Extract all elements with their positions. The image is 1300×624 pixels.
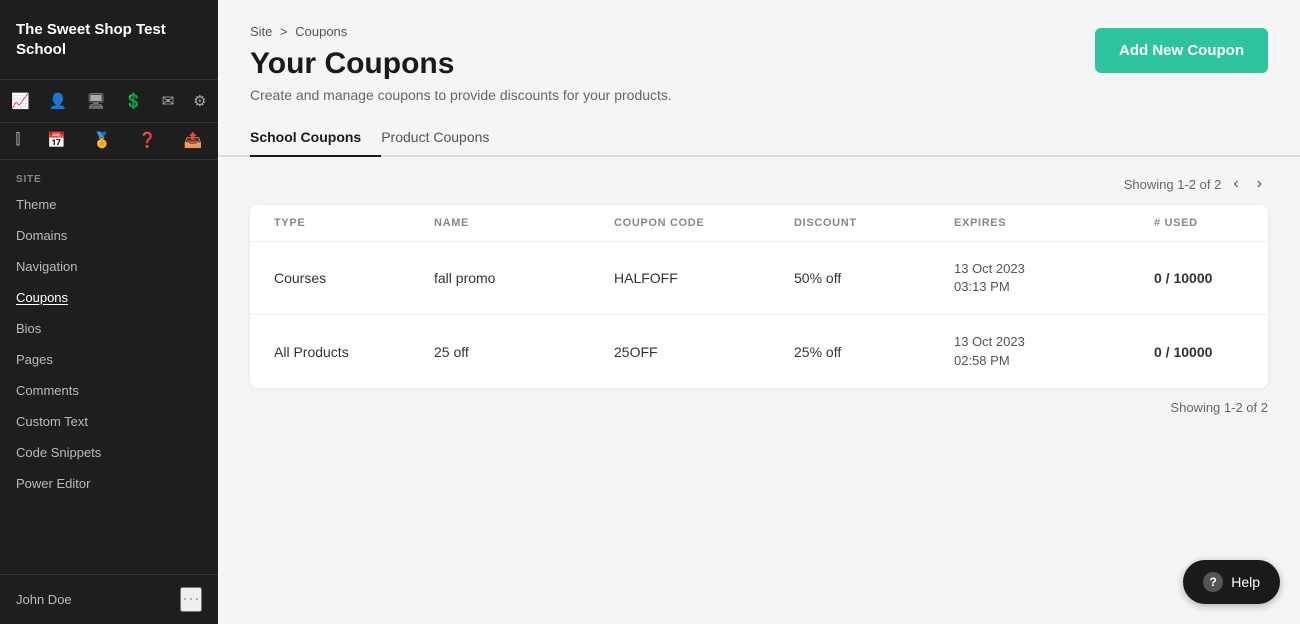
- sidebar-nav: Theme Domains Navigation Coupons Bios Pa…: [0, 189, 218, 499]
- col-type: TYPE: [274, 217, 434, 229]
- col-discount: DISCOUNT: [794, 217, 954, 229]
- sidebar: The Sweet Shop Test School 📈 👤 🖥 💲 ✉ ⚙ ⫿…: [0, 0, 218, 624]
- expires-time-1: 03:13 PM: [954, 279, 1010, 294]
- sidebar-bottom: John Doe ⋯: [0, 574, 218, 624]
- cell-expires-1: 13 Oct 2023 03:13 PM: [954, 260, 1154, 296]
- pagination-top: Showing 1-2 of 2 ‹ ›: [250, 173, 1268, 195]
- pagination-showing-bottom: Showing 1-2 of 2: [1170, 400, 1268, 415]
- sidebar-item-bios[interactable]: Bios: [0, 313, 218, 344]
- users-icon[interactable]: 👤: [45, 88, 72, 114]
- pagination-prev-button[interactable]: ‹: [1227, 173, 1244, 195]
- breadcrumb-site: Site: [250, 24, 272, 39]
- coupons-table: TYPE NAME COUPON CODE DISCOUNT EXPIRES #…: [250, 205, 1268, 388]
- cell-name-2: 25 off: [434, 344, 614, 360]
- analytics-icon[interactable]: 📈: [7, 88, 34, 114]
- main-content: Site > Coupons Your Coupons Create and m…: [218, 0, 1300, 624]
- settings-icon[interactable]: ⚙: [189, 88, 210, 114]
- pages-icon[interactable]: ⫿: [11, 127, 24, 153]
- add-coupon-button[interactable]: Add New Coupon: [1095, 28, 1268, 73]
- col-used: # USED: [1154, 217, 1268, 229]
- badge-icon[interactable]: 🏅: [89, 127, 116, 153]
- content-area: Showing 1-2 of 2 ‹ › TYPE NAME COUPON CO…: [218, 157, 1300, 624]
- cell-code-2: 25OFF: [614, 344, 794, 360]
- sidebar-item-theme[interactable]: Theme: [0, 189, 218, 220]
- pagination-next-button[interactable]: ›: [1251, 173, 1268, 195]
- help-button[interactable]: ? Help: [1183, 560, 1280, 604]
- cell-discount-1: 50% off: [794, 270, 954, 286]
- cell-code-1: HALFOFF: [614, 270, 794, 286]
- breadcrumb: Site > Coupons: [250, 24, 672, 39]
- page-title: Your Coupons: [250, 47, 672, 81]
- cell-expires-2: 13 Oct 2023 02:58 PM: [954, 333, 1154, 369]
- user-name: John Doe: [16, 592, 72, 607]
- pagination-showing-top: Showing 1-2 of 2: [1124, 177, 1222, 192]
- sidebar-item-pages[interactable]: Pages: [0, 344, 218, 375]
- table-header: TYPE NAME COUPON CODE DISCOUNT EXPIRES #…: [250, 205, 1268, 242]
- expires-time-2: 02:58 PM: [954, 353, 1010, 368]
- mail-icon[interactable]: ✉: [158, 88, 179, 114]
- share-icon[interactable]: 📤: [180, 127, 207, 153]
- expires-date-1: 13 Oct 2023: [954, 261, 1025, 276]
- sidebar-item-comments[interactable]: Comments: [0, 375, 218, 406]
- sidebar-item-domains[interactable]: Domains: [0, 220, 218, 251]
- sidebar-item-custom-text[interactable]: Custom Text: [0, 406, 218, 437]
- table-row: All Products 25 off 25OFF 25% off 13 Oct…: [250, 315, 1268, 387]
- help-icon: ?: [1203, 572, 1223, 592]
- sidebar-item-coupons[interactable]: Coupons: [0, 282, 218, 313]
- cell-type-2: All Products: [274, 344, 434, 360]
- school-name: The Sweet Shop Test School: [0, 0, 218, 80]
- monitor-icon[interactable]: 🖥: [82, 88, 109, 114]
- breadcrumb-current: Coupons: [295, 24, 347, 39]
- col-name: NAME: [434, 217, 614, 229]
- col-coupon-code: COUPON CODE: [614, 217, 794, 229]
- sidebar-item-power-editor[interactable]: Power Editor: [0, 468, 218, 499]
- site-section-label: SITE: [0, 160, 218, 189]
- tab-product-coupons[interactable]: Product Coupons: [381, 119, 509, 157]
- cell-discount-2: 25% off: [794, 344, 954, 360]
- tabs-bar: School Coupons Product Coupons: [218, 119, 1300, 157]
- expires-date-2: 13 Oct 2023: [954, 334, 1025, 349]
- pagination-bottom: Showing 1-2 of 2: [250, 400, 1268, 415]
- user-menu-button[interactable]: ⋯: [180, 587, 202, 612]
- help-label: Help: [1231, 574, 1260, 590]
- sidebar-item-code-snippets[interactable]: Code Snippets: [0, 437, 218, 468]
- cell-used-1: 0 / 10000: [1154, 270, 1268, 286]
- calendar-icon[interactable]: 📅: [43, 127, 70, 153]
- topbar: Site > Coupons Your Coupons Create and m…: [218, 0, 1300, 119]
- breadcrumb-separator: >: [280, 24, 288, 39]
- table-row: Courses fall promo HALFOFF 50% off 13 Oc…: [250, 242, 1268, 315]
- cell-name-1: fall promo: [434, 270, 614, 286]
- question-icon[interactable]: ❓: [134, 127, 161, 153]
- col-expires: EXPIRES: [954, 217, 1154, 229]
- cell-type-1: Courses: [274, 270, 434, 286]
- dollar-icon[interactable]: 💲: [120, 88, 147, 114]
- sidebar-item-navigation[interactable]: Navigation: [0, 251, 218, 282]
- cell-used-2: 0 / 10000: [1154, 344, 1268, 360]
- tab-school-coupons[interactable]: School Coupons: [250, 119, 381, 157]
- header-left: Site > Coupons Your Coupons Create and m…: [250, 24, 672, 103]
- page-subtitle: Create and manage coupons to provide dis…: [250, 87, 672, 103]
